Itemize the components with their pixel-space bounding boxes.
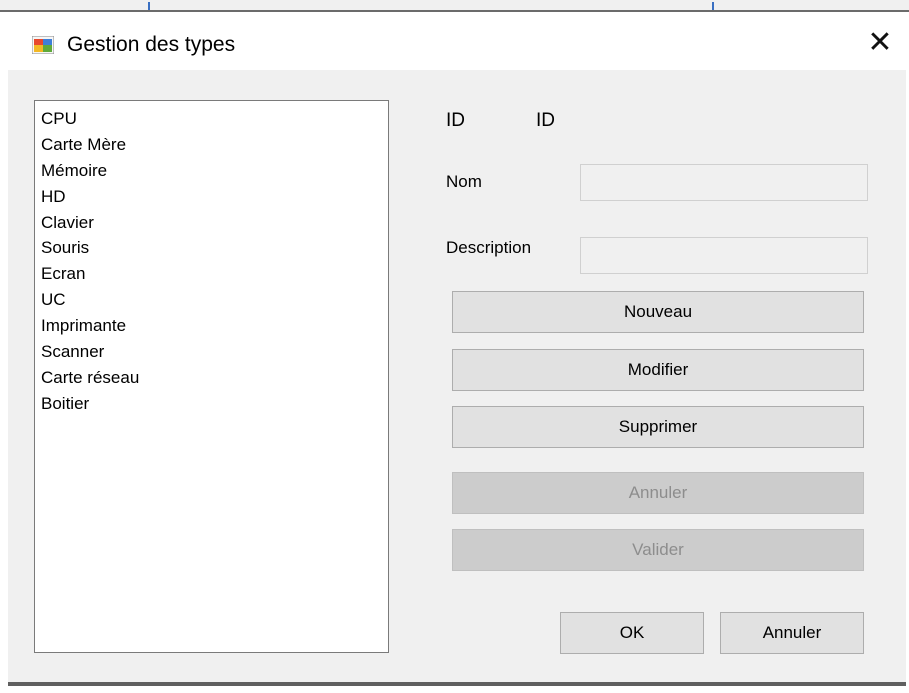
- close-icon: ✕: [867, 26, 893, 59]
- id-label: ID: [446, 110, 465, 131]
- list-item[interactable]: Mémoire: [35, 158, 388, 184]
- list-item[interactable]: Souris: [35, 235, 388, 261]
- annuler-edit-button[interactable]: Annuler: [452, 472, 864, 514]
- ok-button[interactable]: OK: [560, 612, 704, 654]
- background-tick: [148, 2, 150, 10]
- background-tick: [712, 2, 714, 10]
- list-item[interactable]: Ecran: [35, 261, 388, 287]
- list-item[interactable]: CPU: [35, 106, 388, 132]
- list-item[interactable]: Imprimante: [35, 313, 388, 339]
- supprimer-button[interactable]: Supprimer: [452, 406, 864, 448]
- cancel-button[interactable]: Annuler: [720, 612, 864, 654]
- list-item[interactable]: Scanner: [35, 339, 388, 365]
- description-label: Description: [446, 238, 532, 257]
- winforms-app-icon: [32, 36, 54, 54]
- list-item[interactable]: Clavier: [35, 210, 388, 236]
- list-item[interactable]: Boitier: [35, 391, 388, 417]
- title-bar: Gestion des types ✕: [0, 12, 909, 70]
- modifier-button[interactable]: Modifier: [452, 349, 864, 391]
- list-item[interactable]: Carte réseau: [35, 365, 388, 391]
- list-item[interactable]: HD: [35, 184, 388, 210]
- dialog-bottom-border: [8, 682, 906, 686]
- types-listbox[interactable]: CPU Carte Mère Mémoire HD Clavier Souris…: [34, 100, 389, 653]
- window-title: Gestion des types: [67, 33, 236, 56]
- nouveau-button[interactable]: Nouveau: [452, 291, 864, 333]
- description-field[interactable]: [580, 237, 868, 274]
- list-item[interactable]: UC: [35, 287, 388, 313]
- nom-label: Nom: [446, 172, 482, 191]
- id-value: ID: [536, 110, 555, 131]
- close-button[interactable]: ✕: [858, 24, 902, 64]
- background-window-edge: [0, 0, 909, 12]
- valider-button[interactable]: Valider: [452, 529, 864, 571]
- list-item[interactable]: Carte Mère: [35, 132, 388, 158]
- nom-field[interactable]: [580, 164, 868, 201]
